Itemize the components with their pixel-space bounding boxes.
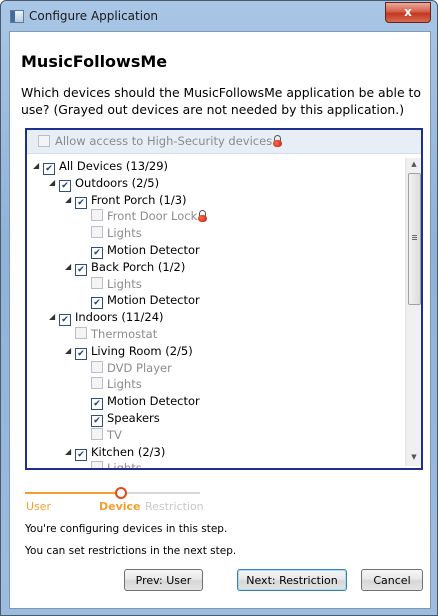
- tree-item[interactable]: ◢ Indoors (11/24): [49, 309, 164, 327]
- cancel-button[interactable]: Cancel: [361, 569, 423, 591]
- tree-item[interactable]: Speakers: [91, 410, 160, 427]
- scroll-thumb[interactable]: [408, 173, 421, 305]
- tree-item-label: Lights: [107, 276, 142, 291]
- tree-item-checkbox[interactable]: [75, 263, 87, 276]
- tree-item-label: Front Door Lock: [107, 209, 198, 224]
- tree-item[interactable]: Motion Detector: [91, 242, 200, 259]
- lock-icon: [273, 135, 283, 147]
- step-info-line-1: You're configuring devices in this step.: [25, 523, 228, 535]
- tree-item-checkbox[interactable]: [91, 209, 103, 222]
- scroll-grip-icon: [412, 235, 417, 236]
- tree-item-checkbox[interactable]: [75, 347, 87, 360]
- step-device: Device: [99, 500, 141, 513]
- expand-arrow-icon[interactable]: ◢: [33, 158, 43, 174]
- tree-item[interactable]: DVD Player: [91, 360, 172, 376]
- tree-item-label: Motion Detector: [107, 293, 200, 308]
- tree-item[interactable]: Thermostat: [75, 326, 157, 342]
- tree-item-checkbox[interactable]: [75, 327, 87, 339]
- expand-arrow-icon[interactable]: ◢: [65, 444, 75, 460]
- app-name-heading: MusicFollowsMe: [21, 52, 168, 71]
- high-security-label: Allow access to High-Security devices: [55, 134, 283, 148]
- expand-arrow-icon[interactable]: ◢: [49, 309, 59, 325]
- tree-item-label: Motion Detector: [107, 394, 200, 409]
- tree-item-checkbox[interactable]: [59, 314, 71, 327]
- tree-item-label: Speakers: [107, 411, 160, 425]
- tree-item[interactable]: ◢ Outdoors (2/5): [49, 175, 160, 192]
- tree-item-label: Lights: [107, 226, 142, 241]
- title-bar[interactable]: Configure Application x: [1, 1, 437, 31]
- application-icon: [10, 10, 24, 23]
- step-info-line-2: You can set restrictions in the next ste…: [25, 545, 237, 557]
- progress-track-remaining: [120, 492, 200, 494]
- tree-item[interactable]: ◢ All Devices (13/29): [33, 158, 169, 175]
- tree-item[interactable]: ◢ Back Porch (1/2): [65, 259, 186, 276]
- tree-item[interactable]: Motion Detector: [91, 292, 200, 310]
- tree-item-checkbox[interactable]: [91, 247, 103, 259]
- tree-item-checkbox[interactable]: [75, 448, 87, 461]
- tree-item[interactable]: ◢ Front Porch (1/3): [65, 192, 187, 209]
- device-question-text: Which devices should the MusicFollowsMe …: [21, 85, 421, 117]
- tree-item[interactable]: Lights: [91, 376, 142, 392]
- tree-item[interactable]: Front Door Lock: [91, 208, 208, 224]
- tree-item-label: DVD Player: [107, 360, 172, 375]
- tree-item-label: Back Porch (1/2): [91, 259, 186, 274]
- tree-item[interactable]: ◢ Living Room (2/5): [65, 343, 193, 360]
- high-security-checkbox[interactable]: [38, 135, 50, 147]
- tree-item[interactable]: Lights: [91, 276, 142, 292]
- tree-item[interactable]: Lights: [91, 225, 142, 241]
- current-step-marker: [115, 487, 127, 499]
- tree-item-checkbox[interactable]: [91, 276, 103, 289]
- tree-item-checkbox[interactable]: [91, 461, 103, 468]
- configure-application-window: Configure Application x MusicFollowsMe W…: [0, 0, 438, 616]
- tree-item[interactable]: Lights: [91, 460, 142, 470]
- tree-item[interactable]: Motion Detector: [91, 393, 200, 411]
- expand-arrow-icon[interactable]: ◢: [49, 175, 59, 191]
- next-restriction-button[interactable]: Next: Restriction: [237, 569, 347, 591]
- tree-item-label: Lights: [107, 461, 142, 470]
- tree-item-label: Thermostat: [91, 327, 158, 341]
- expand-arrow-icon[interactable]: ◢: [65, 192, 75, 208]
- tree-item-checkbox[interactable]: [91, 297, 103, 310]
- tree-item-checkbox[interactable]: [91, 398, 103, 411]
- tree-item[interactable]: ◢ Kitchen (2/3): [65, 444, 166, 461]
- dialog-content: MusicFollowsMe Which devices should the …: [9, 31, 431, 609]
- lock-icon: [198, 210, 208, 223]
- tree-scrollbar[interactable]: ▲ ▼: [405, 158, 421, 466]
- expand-arrow-icon[interactable]: ◢: [65, 343, 75, 359]
- close-button[interactable]: x: [385, 2, 431, 23]
- device-tree: ◢All Devices (13/29)◢Outdoors (2/5)◢Fron…: [27, 158, 403, 468]
- step-restriction: Restriction: [145, 500, 204, 513]
- tree-item-checkbox[interactable]: [75, 196, 87, 209]
- tree-item-label: Outdoors (2/5): [75, 175, 160, 190]
- scroll-up-arrow-icon[interactable]: ▲: [409, 160, 419, 170]
- tree-item-label: All Devices (13/29): [59, 159, 169, 173]
- wizard-step-indicator: User Device Restriction: [25, 484, 205, 524]
- tree-item-checkbox[interactable]: [91, 226, 103, 239]
- progress-track-completed: [25, 492, 120, 494]
- tree-item-label: Motion Detector: [107, 243, 200, 257]
- tree-item-checkbox[interactable]: [91, 427, 103, 440]
- tree-item-checkbox[interactable]: [91, 415, 103, 427]
- device-tree-panel: Allow access to High-Security devices ◢A…: [25, 128, 423, 470]
- window-title: Configure Application: [29, 9, 159, 23]
- tree-item-checkbox[interactable]: [91, 377, 103, 390]
- tree-item-label: Front Porch (1/3): [91, 192, 187, 207]
- tree-item-label: Living Room (2/5): [91, 343, 193, 358]
- tree-item[interactable]: TV: [91, 427, 122, 443]
- high-security-toggle-row[interactable]: Allow access to High-Security devices: [27, 130, 421, 154]
- expand-arrow-icon[interactable]: ◢: [65, 259, 75, 275]
- scroll-down-arrow-icon[interactable]: ▼: [409, 453, 419, 463]
- prev-user-button[interactable]: Prev: User: [124, 569, 203, 591]
- tree-item-label: Lights: [107, 377, 142, 392]
- tree-item-label: Indoors (11/24): [75, 310, 164, 325]
- step-user: User: [26, 500, 52, 513]
- tree-item-label: Kitchen (2/3): [91, 444, 166, 459]
- tree-item-label: TV: [107, 427, 122, 442]
- tree-item-checkbox[interactable]: [59, 179, 71, 192]
- tree-item-checkbox[interactable]: [43, 163, 55, 175]
- tree-item-checkbox[interactable]: [91, 360, 103, 373]
